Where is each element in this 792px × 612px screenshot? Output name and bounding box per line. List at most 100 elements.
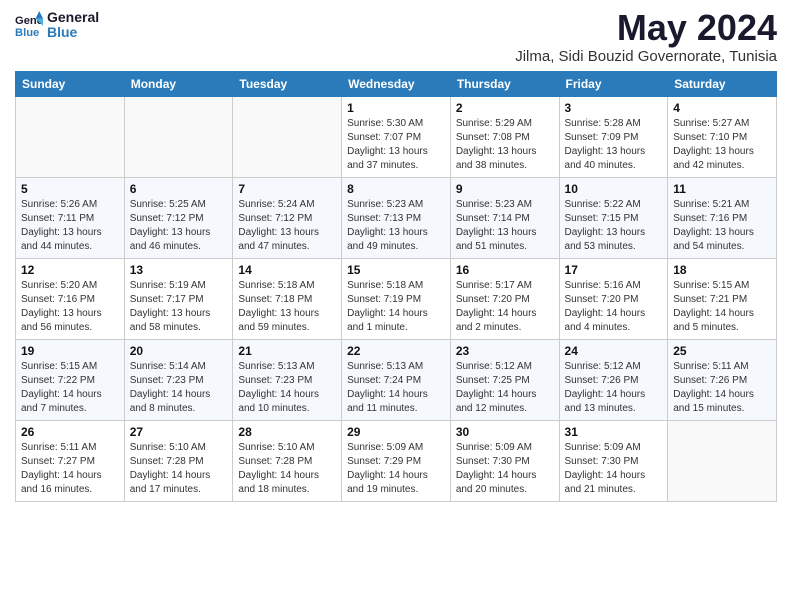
day-number: 8 [347,182,445,196]
day-number: 3 [565,101,663,115]
calendar-cell: 26Sunrise: 5:11 AM Sunset: 7:27 PM Dayli… [16,421,125,502]
page-container: General Blue General Blue May 2024 Jilma… [0,0,792,512]
title-block: May 2024 Jilma, Sidi Bouzid Governorate,… [515,10,777,65]
calendar-week-4: 19 Sunrise: 5:15 AM Sunset: 7:22 PM Dayli… [16,340,777,421]
day-number: 29 [347,425,445,439]
calendar-cell: 23Sunrise: 5:12 AM Sunset: 7:25 PM Dayli… [450,340,559,421]
header: General Blue General Blue May 2024 Jilma… [15,10,777,65]
day-info: Sunrise: 5:25 AM Sunset: 7:12 PM Dayligh… [130,198,228,254]
calendar-cell: 13 Sunrise: 5:19 AM Sunset: 7:17 PM Dayli… [124,259,233,340]
day-number: 28 [238,425,336,439]
day-info: Sunrise: 5:24 AM Sunset: 7:12 PM Dayligh… [238,198,336,254]
day-info: Sunrise: 5:30 AM Sunset: 7:07 PM Dayligh… [347,117,445,173]
day-number: 10 [565,182,663,196]
calendar-cell: 29 Sunrise: 5:09 AM Sunset: 7:29 PM Dayli… [342,421,451,502]
calendar-week-3: 12 Sunrise: 5:20 AM Sunset: 7:16 PM Dayli… [16,259,777,340]
logo-blue: Blue [47,25,99,40]
day-number: 4 [673,101,771,115]
col-saturday: Saturday [668,72,777,97]
day-info: Sunrise: 5:26 AM Sunset: 7:11 PM Dayligh… [21,198,119,254]
col-wednesday: Wednesday [342,72,451,97]
day-info: Sunrise: 5:13 AM Sunset: 7:23 PM Dayligh… [238,360,336,416]
day-info: Sunrise: 5:11 AM Sunset: 7:27 PM Dayligh… [21,441,119,497]
day-number: 30 [456,425,554,439]
day-info: Sunrise: 5:15 AM Sunset: 7:22 PM Dayligh… [21,360,119,416]
calendar-week-1: 1 Sunrise: 5:30 AM Sunset: 7:07 PM Daylig… [16,97,777,178]
calendar-cell: 28Sunrise: 5:10 AM Sunset: 7:28 PM Dayli… [233,421,342,502]
subtitle: Jilma, Sidi Bouzid Governorate, Tunisia [515,48,777,65]
calendar-cell: 7 Sunrise: 5:24 AM Sunset: 7:12 PM Daylig… [233,178,342,259]
day-number: 25 [673,344,771,358]
day-info: Sunrise: 5:11 AM Sunset: 7:26 PM Dayligh… [673,360,771,416]
calendar-cell: 14 Sunrise: 5:18 AM Sunset: 7:18 PM Dayli… [233,259,342,340]
calendar-cell: 6 Sunrise: 5:25 AM Sunset: 7:12 PM Daylig… [124,178,233,259]
col-tuesday: Tuesday [233,72,342,97]
calendar-cell: 30 Sunrise: 5:09 AM Sunset: 7:30 PM Dayli… [450,421,559,502]
calendar-cell: 5Sunrise: 5:26 AM Sunset: 7:11 PM Daylig… [16,178,125,259]
day-number: 16 [456,263,554,277]
col-monday: Monday [124,72,233,97]
day-info: Sunrise: 5:18 AM Sunset: 7:18 PM Dayligh… [238,279,336,335]
calendar-cell: 3 Sunrise: 5:28 AM Sunset: 7:09 PM Daylig… [559,97,668,178]
logo-icon: General Blue [15,11,43,39]
calendar-header-row: Sunday Monday Tuesday Wednesday Thursday… [16,72,777,97]
calendar-cell: 17Sunrise: 5:16 AM Sunset: 7:20 PM Dayli… [559,259,668,340]
day-number: 22 [347,344,445,358]
day-number: 14 [238,263,336,277]
day-number: 2 [456,101,554,115]
day-info: Sunrise: 5:19 AM Sunset: 7:17 PM Dayligh… [130,279,228,335]
calendar-cell: 27 Sunrise: 5:10 AM Sunset: 7:28 PM Dayli… [124,421,233,502]
day-number: 19 [21,344,119,358]
calendar-cell [668,421,777,502]
day-info: Sunrise: 5:20 AM Sunset: 7:16 PM Dayligh… [21,279,119,335]
day-number: 31 [565,425,663,439]
logo-general: General [47,10,99,25]
calendar-cell: 12 Sunrise: 5:20 AM Sunset: 7:16 PM Dayli… [16,259,125,340]
day-info: Sunrise: 5:14 AM Sunset: 7:23 PM Dayligh… [130,360,228,416]
day-info: Sunrise: 5:29 AM Sunset: 7:08 PM Dayligh… [456,117,554,173]
day-number: 21 [238,344,336,358]
month-title: May 2024 [515,10,777,46]
day-number: 12 [21,263,119,277]
day-number: 18 [673,263,771,277]
day-info: Sunrise: 5:12 AM Sunset: 7:26 PM Dayligh… [565,360,663,416]
logo: General Blue General Blue [15,10,99,41]
day-number: 6 [130,182,228,196]
calendar-cell: 4 Sunrise: 5:27 AM Sunset: 7:10 PM Daylig… [668,97,777,178]
day-number: 7 [238,182,336,196]
calendar-cell: 25 Sunrise: 5:11 AM Sunset: 7:26 PM Dayli… [668,340,777,421]
col-friday: Friday [559,72,668,97]
day-info: Sunrise: 5:09 AM Sunset: 7:30 PM Dayligh… [456,441,554,497]
day-number: 1 [347,101,445,115]
calendar-cell: 9Sunrise: 5:23 AM Sunset: 7:14 PM Daylig… [450,178,559,259]
day-number: 13 [130,263,228,277]
day-number: 11 [673,182,771,196]
day-number: 24 [565,344,663,358]
day-info: Sunrise: 5:22 AM Sunset: 7:15 PM Dayligh… [565,198,663,254]
day-number: 27 [130,425,228,439]
calendar-cell: 18Sunrise: 5:15 AM Sunset: 7:21 PM Dayli… [668,259,777,340]
calendar-cell [233,97,342,178]
calendar-cell [16,97,125,178]
day-number: 15 [347,263,445,277]
day-info: Sunrise: 5:28 AM Sunset: 7:09 PM Dayligh… [565,117,663,173]
day-info: Sunrise: 5:13 AM Sunset: 7:24 PM Dayligh… [347,360,445,416]
calendar-cell: 20Sunrise: 5:14 AM Sunset: 7:23 PM Dayli… [124,340,233,421]
calendar-cell: 31 Sunrise: 5:09 AM Sunset: 7:30 PM Dayli… [559,421,668,502]
day-info: Sunrise: 5:09 AM Sunset: 7:29 PM Dayligh… [347,441,445,497]
day-info: Sunrise: 5:27 AM Sunset: 7:10 PM Dayligh… [673,117,771,173]
day-number: 17 [565,263,663,277]
calendar-week-5: 26Sunrise: 5:11 AM Sunset: 7:27 PM Dayli… [16,421,777,502]
calendar-cell: 21 Sunrise: 5:13 AM Sunset: 7:23 PM Dayli… [233,340,342,421]
calendar-cell: 24 Sunrise: 5:12 AM Sunset: 7:26 PM Dayli… [559,340,668,421]
col-sunday: Sunday [16,72,125,97]
day-info: Sunrise: 5:21 AM Sunset: 7:16 PM Dayligh… [673,198,771,254]
col-thursday: Thursday [450,72,559,97]
calendar-cell: 22 Sunrise: 5:13 AM Sunset: 7:24 PM Dayli… [342,340,451,421]
day-info: Sunrise: 5:09 AM Sunset: 7:30 PM Dayligh… [565,441,663,497]
day-info: Sunrise: 5:23 AM Sunset: 7:13 PM Dayligh… [347,198,445,254]
day-info: Sunrise: 5:10 AM Sunset: 7:28 PM Dayligh… [130,441,228,497]
calendar-cell: 2 Sunrise: 5:29 AM Sunset: 7:08 PM Daylig… [450,97,559,178]
calendar-cell: 11 Sunrise: 5:21 AM Sunset: 7:16 PM Dayli… [668,178,777,259]
calendar-cell: 8 Sunrise: 5:23 AM Sunset: 7:13 PM Daylig… [342,178,451,259]
